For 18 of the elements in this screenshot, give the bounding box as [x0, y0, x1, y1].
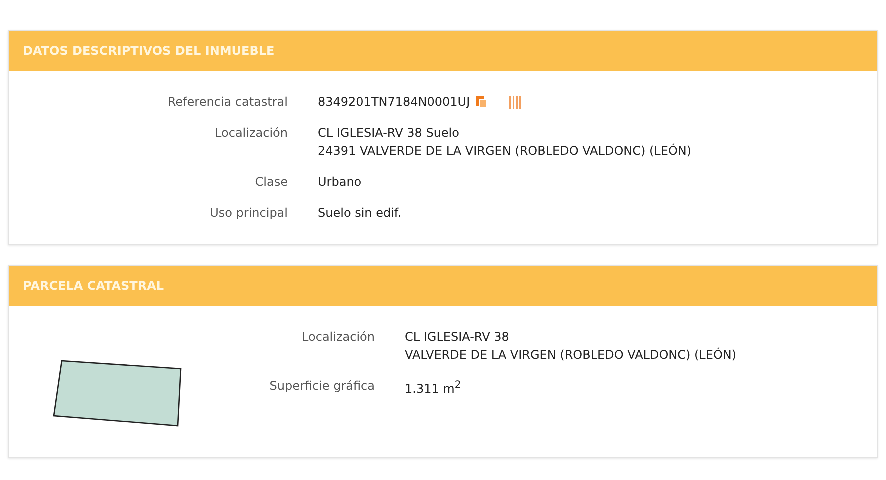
- field-value: 8349201TN7184N0001UJ: [318, 94, 470, 111]
- field-value: CL IGLESIA-RV 38 Suelo: [318, 125, 460, 142]
- field-value: 1.311 m$^{2}$: [405, 379, 462, 398]
- field-value: Urbano: [318, 174, 362, 191]
- barcode-icon[interactable]: [508, 96, 522, 108]
- field-label: Superficie gráfica: [268, 378, 375, 395]
- field-label: Referencia catastral: [166, 94, 288, 111]
- field-label: Uso principal: [209, 205, 288, 222]
- section-header: DATOS DESCRIPTIVOS DEL INMUEBLE: [9, 31, 877, 71]
- field-value: Suelo sin edif.: [318, 205, 402, 222]
- field-label: Clase: [254, 174, 288, 191]
- field-label: Localización: [214, 125, 288, 142]
- section-header: PARCELA CATASTRAL: [9, 266, 877, 306]
- field-value: VALVERDE DE LA VIRGEN (ROBLEDO VALDONC) (LEÓN): [405, 346, 737, 364]
- field-value: CL IGLESIA-RV 38: [405, 329, 510, 346]
- field-value: 24391 VALVERDE DE LA VIRGEN (ROBLEDO VALDONC) (LEÓN): [318, 142, 692, 160]
- field-label: Localización: [301, 329, 375, 346]
- copy-icon[interactable]: [476, 96, 488, 108]
